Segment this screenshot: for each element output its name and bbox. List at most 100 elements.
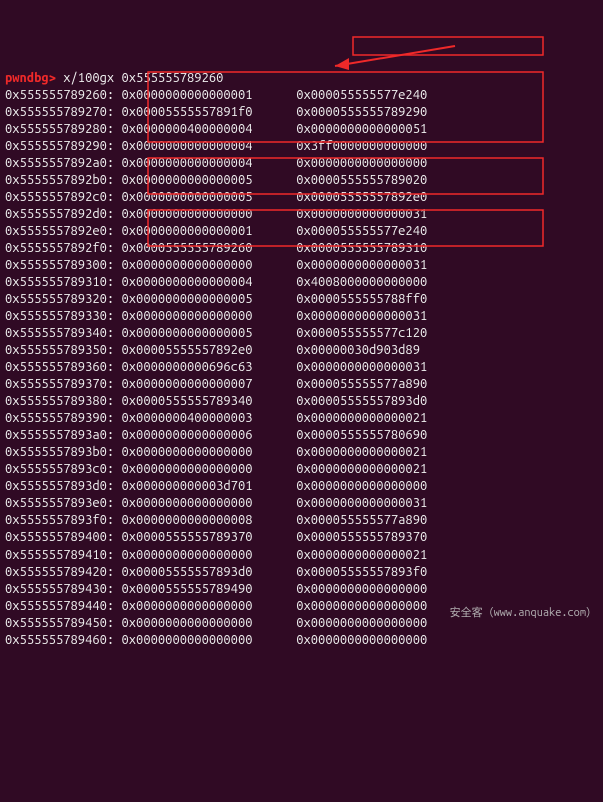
- row-value-2: 0x00000030d903d89: [296, 343, 420, 357]
- row-value-2: 0x4008000000000000: [296, 275, 427, 289]
- memory-row: 0x5555557893b0: 0x0000000000000000 0x000…: [5, 444, 603, 461]
- row-address: 0x555555789450:: [5, 616, 114, 630]
- row-address: 0x555555789360:: [5, 360, 114, 374]
- row-address: 0x555555789440:: [5, 599, 114, 613]
- command-text: x/100gx 0x555555789260: [63, 71, 223, 85]
- row-value-1: 0x0000000000000000: [121, 496, 252, 510]
- row-address: 0x555555789330:: [5, 309, 114, 323]
- row-value-2: 0x0000000000000031: [296, 309, 427, 323]
- row-address: 0x555555789390:: [5, 411, 114, 425]
- row-address: 0x555555789310:: [5, 275, 114, 289]
- row-address: 0x555555789270:: [5, 105, 114, 119]
- row-value-1: 0x0000000000696c63: [121, 360, 252, 374]
- row-value-2: 0x0000000000000021: [296, 548, 427, 562]
- row-value-1: 0x0000000000000005: [121, 292, 252, 306]
- row-address: 0x555555789370:: [5, 377, 114, 391]
- row-address: 0x555555789420:: [5, 565, 114, 579]
- memory-row: 0x5555557893c0: 0x0000000000000000 0x000…: [5, 461, 603, 478]
- row-address: 0x555555789320:: [5, 292, 114, 306]
- row-value-2: 0x000055555577a890: [296, 513, 427, 527]
- memory-row: 0x555555789430: 0x0000555555789490 0x000…: [5, 581, 603, 598]
- memory-row: 0x555555789420: 0x00005555557893d0 0x000…: [5, 564, 603, 581]
- row-value-2: 0x0000000000000021: [296, 462, 427, 476]
- row-value-2: 0x0000555555789290: [296, 105, 427, 119]
- row-address: 0x5555557893d0:: [5, 479, 114, 493]
- memory-row: 0x5555557892a0: 0x0000000000000004 0x000…: [5, 155, 603, 172]
- memory-row: 0x555555789350: 0x00005555557892e0 0x000…: [5, 342, 603, 359]
- row-address: 0x5555557892d0:: [5, 207, 114, 221]
- row-address: 0x5555557893e0:: [5, 496, 114, 510]
- memory-row: 0x555555789300: 0x0000000000000000 0x000…: [5, 257, 603, 274]
- row-value-2: 0x0000000000000000: [296, 599, 427, 613]
- memory-row: 0x555555789380: 0x0000555555789340 0x000…: [5, 393, 603, 410]
- row-value-2: 0x0000000000000000: [296, 156, 427, 170]
- row-value-2: 0x0000000000000000: [296, 633, 427, 647]
- row-value-2: 0x000055555577c120: [296, 326, 427, 340]
- row-address: 0x5555557893c0:: [5, 462, 114, 476]
- row-value-1: 0x0000000000000000: [121, 462, 252, 476]
- row-address: 0x555555789280:: [5, 122, 114, 136]
- memory-row: 0x555555789320: 0x0000000000000005 0x000…: [5, 291, 603, 308]
- row-value-2: 0x000055555577e240: [296, 224, 427, 238]
- row-address: 0x5555557892a0:: [5, 156, 114, 170]
- watermark: 安全客（www.anquake.com）: [450, 606, 597, 620]
- memory-row: 0x555555789260: 0x0000000000000001 0x000…: [5, 87, 603, 104]
- row-value-2: 0x0000000000000021: [296, 445, 427, 459]
- row-value-1: 0x0000000000000006: [121, 428, 252, 442]
- row-address: 0x555555789290:: [5, 139, 114, 153]
- memory-row: 0x555555789460: 0x0000000000000000 0x000…: [5, 632, 603, 649]
- row-address: 0x5555557892f0:: [5, 241, 114, 255]
- row-value-1: 0x0000000000000000: [121, 599, 252, 613]
- row-address: 0x555555789430:: [5, 582, 114, 596]
- row-value-1: 0x0000000000000004: [121, 139, 252, 153]
- row-value-1: 0x0000000000000000: [121, 258, 252, 272]
- row-address: 0x5555557893a0:: [5, 428, 114, 442]
- row-value-1: 0x0000555555789340: [121, 394, 252, 408]
- terminal-output: pwndbg> x/100gx 0x5555557892600x55555578…: [5, 70, 603, 649]
- row-value-1: 0x0000000400000003: [121, 411, 252, 425]
- row-value-1: 0x00005555557891f0: [121, 105, 252, 119]
- row-value-1: 0x0000000000000000: [121, 309, 252, 323]
- row-value-1: 0x000000000003d701: [121, 479, 252, 493]
- memory-row: 0x5555557892b0: 0x0000000000000005 0x000…: [5, 172, 603, 189]
- row-value-1: 0x0000000000000001: [121, 88, 252, 102]
- row-value-2: 0x0000000000000051: [296, 122, 427, 136]
- row-value-1: 0x0000000400000004: [121, 122, 252, 136]
- memory-row: 0x5555557893e0: 0x0000000000000000 0x000…: [5, 495, 603, 512]
- row-value-1: 0x0000000000000000: [121, 616, 252, 630]
- memory-row: 0x555555789290: 0x0000000000000004 0x3ff…: [5, 138, 603, 155]
- row-value-2: 0x0000000000000000: [296, 616, 427, 630]
- row-value-2: 0x0000555555780690: [296, 428, 427, 442]
- row-address: 0x555555789380:: [5, 394, 114, 408]
- row-value-1: 0x0000000000000008: [121, 513, 252, 527]
- memory-row: 0x5555557893f0: 0x0000000000000008 0x000…: [5, 512, 603, 529]
- row-value-1: 0x0000000000000004: [121, 156, 252, 170]
- memory-row: 0x555555789410: 0x0000000000000000 0x000…: [5, 547, 603, 564]
- row-value-2: 0x0000555555789020: [296, 173, 427, 187]
- row-address: 0x5555557892c0:: [5, 190, 114, 204]
- row-value-2: 0x0000555555789370: [296, 530, 427, 544]
- memory-row: 0x5555557892c0: 0x0000000000000005 0x000…: [5, 189, 603, 206]
- row-value-1: 0x0000000000000000: [121, 633, 252, 647]
- row-value-1: 0x0000000000000005: [121, 173, 252, 187]
- row-address: 0x555555789300:: [5, 258, 114, 272]
- row-value-2: 0x0000000000000021: [296, 411, 427, 425]
- row-value-1: 0x0000555555789370: [121, 530, 252, 544]
- row-value-2: 0x000055555577e240: [296, 88, 427, 102]
- row-address: 0x555555789260:: [5, 88, 114, 102]
- row-value-2: 0x000055555577a890: [296, 377, 427, 391]
- row-value-2: 0x0000000000000000: [296, 582, 427, 596]
- memory-row: 0x555555789280: 0x0000000400000004 0x000…: [5, 121, 603, 138]
- row-value-1: 0x0000000000000004: [121, 275, 252, 289]
- row-value-1: 0x00005555557892e0: [121, 343, 252, 357]
- row-address: 0x555555789350:: [5, 343, 114, 357]
- row-address: 0x555555789460:: [5, 633, 114, 647]
- row-value-2: 0x0000000000000031: [296, 207, 427, 221]
- pwndbg-prompt: pwndbg: [5, 71, 49, 85]
- row-address: 0x5555557892e0:: [5, 224, 114, 238]
- row-value-2: 0x00005555557893d0: [296, 394, 427, 408]
- memory-row: 0x555555789330: 0x0000000000000000 0x000…: [5, 308, 603, 325]
- row-value-1: 0x0000555555789260: [121, 241, 252, 255]
- row-value-2: 0x00005555557893f0: [296, 565, 427, 579]
- row-value-1: 0x0000000000000001: [121, 224, 252, 238]
